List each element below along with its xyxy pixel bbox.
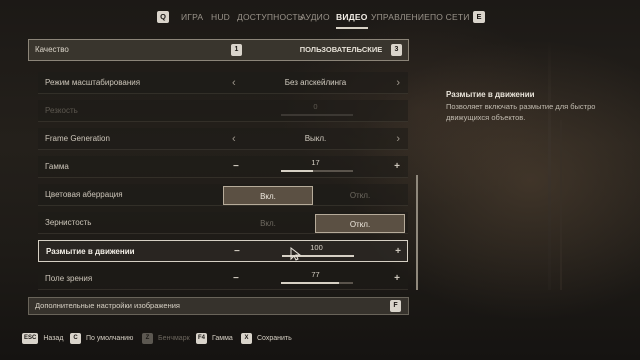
decrease-icon[interactable]: − bbox=[233, 156, 239, 178]
top-tab-bar: Q ИГРА HUD ДОСТУПНОСТЬ АУДИО ВИДЕО УПРАВ… bbox=[0, 8, 640, 29]
slider-value: 17 bbox=[311, 158, 320, 167]
description-text: Позволяет включать размытие для быстро д… bbox=[446, 102, 596, 122]
quality-preset-row[interactable]: Качество 1 ПОЛЬЗОВАТЕЛЬСКИЕ 3 bbox=[28, 39, 409, 61]
hint-label: Гамма bbox=[212, 335, 233, 342]
decrease-icon[interactable]: − bbox=[234, 241, 240, 263]
setting-label: Поле зрения bbox=[45, 274, 93, 283]
selector-control: ‹ Выкл. › bbox=[223, 128, 408, 150]
esc-key-icon: ESC bbox=[22, 332, 39, 344]
setting-label: Гамма bbox=[45, 162, 69, 171]
slider-control: − 100 + bbox=[224, 241, 409, 263]
advanced-key[interactable]: F bbox=[390, 300, 401, 312]
chevron-right-icon[interactable]: › bbox=[396, 72, 400, 94]
setting-value: Без апскейлинга bbox=[284, 78, 347, 87]
setting-label: Размытие в движении bbox=[46, 247, 135, 256]
toggle-on-button[interactable]: Вкл. bbox=[223, 214, 313, 233]
setting-gamma[interactable]: Гамма − 17 + bbox=[38, 156, 408, 178]
tab-video[interactable]: ВИДЕО bbox=[336, 8, 368, 29]
setting-field-of-view[interactable]: Поле зрения − 77 + bbox=[38, 268, 408, 290]
background-pole bbox=[560, 120, 562, 290]
mouse-cursor-icon bbox=[290, 247, 302, 261]
setting-value: Выкл. bbox=[304, 134, 327, 143]
chevron-left-icon[interactable]: ‹ bbox=[232, 128, 236, 150]
tab-audio[interactable]: АУДИО bbox=[300, 8, 330, 26]
tab-game[interactable]: ИГРА bbox=[181, 8, 203, 26]
setting-frame-generation[interactable]: Frame Generation ‹ Выкл. › bbox=[38, 128, 408, 150]
slider-value: 0 bbox=[313, 102, 318, 111]
save-hint[interactable]: X Сохранить bbox=[241, 332, 292, 346]
setting-label: Цветовая аберрация bbox=[45, 190, 123, 199]
tab-controls[interactable]: УПРАВЛЕНИЕ bbox=[371, 8, 430, 26]
back-hint[interactable]: ESC Назад bbox=[22, 332, 63, 346]
slider-fill bbox=[281, 282, 339, 284]
slider-control: − 17 + bbox=[223, 156, 408, 178]
x-key-icon: X bbox=[241, 332, 252, 344]
setting-label: Резкость bbox=[45, 106, 78, 115]
slider-value: 100 bbox=[310, 243, 323, 252]
increase-icon[interactable]: + bbox=[394, 268, 400, 290]
slider-track bbox=[281, 114, 353, 116]
tab-online[interactable]: ПО СЕТИ bbox=[430, 8, 470, 26]
setting-scaling-mode[interactable]: Режим масштабирования ‹ Без апскейлинга … bbox=[38, 72, 408, 94]
background-pole bbox=[548, 40, 551, 290]
setting-film-grain[interactable]: Зернистость Вкл. Откл. bbox=[38, 212, 408, 234]
slider-value: 77 bbox=[311, 270, 320, 279]
advanced-image-settings-button[interactable]: Дополнительные настройки изображения F bbox=[28, 297, 409, 315]
selector-control: ‹ Без апскейлинга › bbox=[223, 72, 408, 94]
setting-label: Зернистость bbox=[45, 218, 92, 227]
setting-sharpness: Резкость 0 bbox=[38, 100, 408, 122]
z-key-icon: Z bbox=[142, 332, 153, 344]
toggle-on-button[interactable]: Вкл. bbox=[223, 186, 313, 205]
advanced-label: Дополнительные настройки изображения bbox=[35, 301, 180, 310]
setting-description-panel: Размытие в движении Позволяет включать р… bbox=[446, 89, 626, 123]
slider-track[interactable] bbox=[281, 282, 353, 284]
scrollbar[interactable] bbox=[416, 175, 418, 290]
increase-icon[interactable]: + bbox=[394, 156, 400, 178]
setting-chromatic-aberration[interactable]: Цветовая аберрация Вкл. Откл. bbox=[38, 184, 408, 206]
toggle-off-button[interactable]: Откл. bbox=[315, 186, 405, 205]
benchmark-hint: Z Бенчмарк bbox=[142, 332, 190, 346]
toggle-control: Вкл. Откл. bbox=[223, 212, 408, 234]
f4-key-icon: F4 bbox=[196, 332, 208, 344]
hint-label: По умолчанию bbox=[86, 335, 134, 342]
toggle-control: Вкл. Откл. bbox=[223, 184, 408, 206]
hint-label: Бенчмарк bbox=[158, 335, 190, 342]
setting-label: Frame Generation bbox=[45, 134, 110, 143]
quality-prev-key[interactable]: 1 bbox=[231, 44, 242, 56]
slider-fill bbox=[281, 170, 314, 172]
slider-control: − 77 + bbox=[223, 268, 408, 290]
bottom-hint-bar: ESC Назад C По умолчанию Z Бенчмарк F4 Гамма… bbox=[0, 332, 640, 348]
setting-motion-blur[interactable]: Размытие в движении − 100 + bbox=[38, 240, 408, 262]
quality-label: Качество bbox=[35, 45, 69, 54]
hint-label: Сохранить bbox=[257, 335, 292, 342]
gamma-hint[interactable]: F4 Гамма bbox=[196, 332, 233, 346]
defaults-hint[interactable]: C По умолчанию bbox=[70, 332, 133, 346]
description-title: Размытие в движении bbox=[446, 90, 535, 99]
hint-label: Назад bbox=[43, 335, 64, 342]
increase-icon[interactable]: + bbox=[395, 241, 401, 263]
slider-track[interactable] bbox=[281, 170, 353, 172]
next-tab-key[interactable]: E bbox=[473, 11, 485, 23]
video-settings-list: Режим масштабирования ‹ Без апскейлинга … bbox=[38, 72, 408, 292]
c-key-icon: C bbox=[70, 332, 81, 344]
tab-hud[interactable]: HUD bbox=[211, 8, 230, 26]
prev-tab-key[interactable]: Q bbox=[157, 11, 169, 23]
chevron-left-icon[interactable]: ‹ bbox=[232, 72, 236, 94]
slider-control: 0 bbox=[223, 100, 408, 122]
toggle-off-button[interactable]: Откл. bbox=[315, 214, 405, 233]
tab-accessibility[interactable]: ДОСТУПНОСТЬ bbox=[237, 8, 304, 26]
setting-label: Режим масштабирования bbox=[45, 78, 141, 87]
quality-next-key[interactable]: 3 bbox=[391, 44, 402, 56]
decrease-icon[interactable]: − bbox=[233, 268, 239, 290]
chevron-right-icon[interactable]: › bbox=[396, 128, 400, 150]
